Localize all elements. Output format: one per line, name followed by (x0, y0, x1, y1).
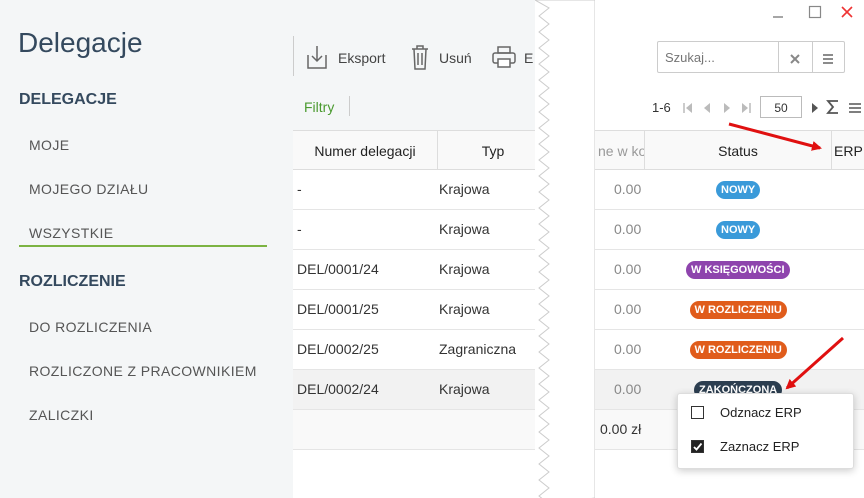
arrow-to-context-menu (785, 336, 844, 390)
arrow-to-erp-header (728, 122, 822, 151)
annotation-arrows (728, 122, 844, 390)
